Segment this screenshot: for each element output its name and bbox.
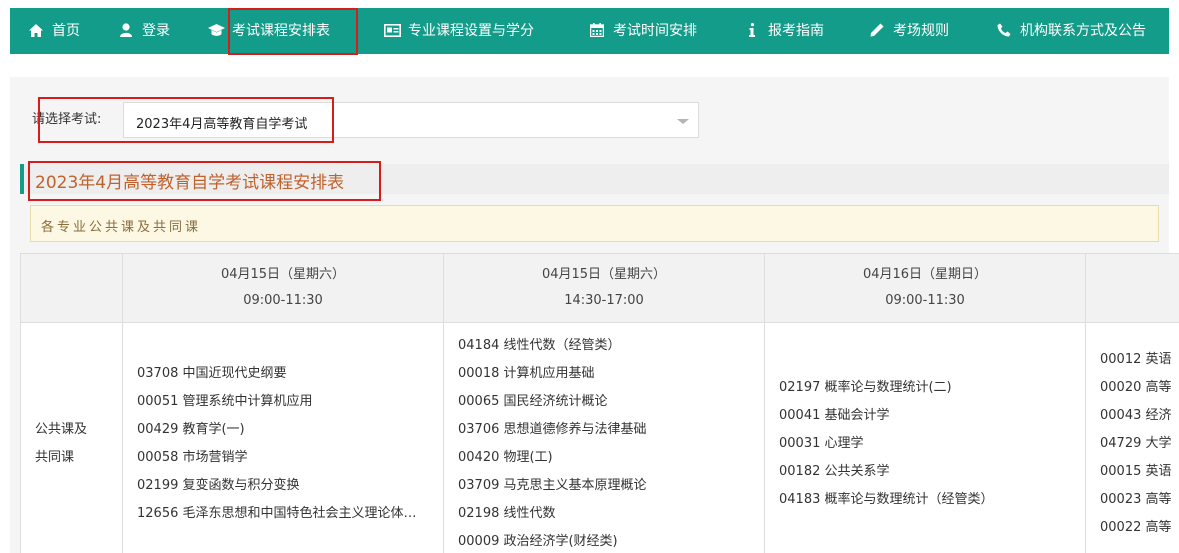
calendar-icon — [589, 8, 605, 54]
course-item: 02198 线性代数 — [458, 506, 556, 521]
notice-text: 各专业公共课及共同课 — [41, 220, 202, 235]
nav-item-major-courses[interactable]: 专业课程设置与学分 — [384, 8, 534, 54]
nav-item-exam-time[interactable]: 考试时间安排 — [589, 8, 697, 54]
row-header: 公共课及共同课 — [20, 322, 123, 553]
column-time: 14:30-17:00 — [564, 293, 644, 308]
graduation-cap-icon — [208, 8, 225, 54]
exam-select-value: 2023年4月高等教育自学考试 — [136, 117, 308, 132]
course-item: 03709 马克思主义基本原理概论 — [458, 478, 647, 493]
course-item: 00023 高等 — [1100, 492, 1172, 507]
user-icon — [118, 8, 134, 54]
course-item: 00065 国民经济统计概论 — [458, 394, 608, 409]
course-item: 00429 教育学(一) — [137, 422, 245, 437]
nav-item-exam-rules[interactable]: 考场规则 — [869, 8, 949, 54]
column-date: 04月16日（星期日） — [862, 267, 988, 282]
course-cell: 04184 线性代数（经管类） 00018 计算机应用基础 00065 国民经济统计… — [443, 322, 765, 553]
course-item: 00018 计算机应用基础 — [458, 366, 595, 381]
chevron-down-icon — [677, 119, 689, 124]
course-cell: 02197 概率论与数理统计(二) 00041 基础会计学 00031 心理学 001… — [764, 322, 1086, 553]
home-icon — [28, 8, 44, 54]
exam-select[interactable]: 2023年4月高等教育自学考试 — [123, 102, 699, 138]
phone-icon — [996, 8, 1012, 54]
nav-item-login[interactable]: 登录 — [118, 8, 170, 54]
column-header — [1085, 253, 1179, 323]
pencil-icon — [869, 8, 885, 54]
column-header: 04月15日（星期六） 09:00-11:30 — [122, 253, 444, 323]
course-cell: 03708 中国近现代史纲要 00051 管理系统中计算机应用 00429 教育学(… — [122, 322, 444, 553]
course-item: 00012 英语 — [1100, 352, 1172, 367]
exam-select-label: 请选择考试: — [32, 112, 102, 127]
column-header: 04月16日（星期日） 09:00-11:30 — [764, 253, 1086, 323]
course-item: 00015 英语 — [1100, 464, 1172, 479]
column-header: 04月15日（星期六） 14:30-17:00 — [443, 253, 765, 323]
table-corner-cell — [20, 253, 123, 323]
info-icon — [744, 8, 760, 54]
schedule-title: 2023年4月高等教育自学考试课程安排表 — [35, 173, 345, 193]
schedule-table: 04月15日（星期六） 09:00-11:30 04月15日（星期六） 14:30-… — [20, 253, 1179, 553]
column-time: 09:00-11:30 — [885, 293, 965, 308]
course-item: 00020 高等 — [1100, 380, 1172, 395]
course-item: 00031 心理学 — [779, 436, 864, 451]
course-item: 00009 政治经济学(财经类) — [458, 534, 618, 549]
column-date: 04月15日（星期六） — [541, 267, 667, 282]
schedule-table-wrap: 04月15日（星期六） 09:00-11:30 04月15日（星期六） 14:30-… — [20, 253, 1179, 553]
nav-item-contact[interactable]: 机构联系方式及公告 — [996, 8, 1146, 54]
course-item: 00058 市场营销学 — [137, 450, 248, 465]
id-card-icon — [384, 8, 401, 54]
course-item: 02197 概率论与数理统计(二) — [779, 380, 952, 395]
course-item: 03708 中国近现代史纲要 — [137, 366, 287, 381]
course-item: 00022 高等 — [1100, 520, 1172, 535]
top-nav: 首页 登录 考试课程安排表 专业课程设置与学分 考试时间安排 报考指南 考场规则… — [10, 8, 1169, 54]
course-item: 00182 公共关系学 — [779, 464, 890, 479]
table-row: 公共课及共同课 03708 中国近现代史纲要 00051 管理系统中计算机应用 00… — [20, 322, 1179, 553]
course-item: 04184 线性代数（经管类） — [458, 338, 621, 353]
nav-item-course-schedule[interactable]: 考试课程安排表 — [208, 8, 330, 54]
row-header-label: 公共课及共同课 — [35, 422, 88, 465]
course-item: 00043 经济 — [1100, 408, 1172, 423]
course-item: 04729 大学 — [1100, 436, 1172, 451]
notice-bar: 各专业公共课及共同课 — [30, 205, 1159, 242]
nav-item-home[interactable]: 首页 — [28, 8, 80, 54]
course-item: 00041 基础会计学 — [779, 408, 890, 423]
table-header-row: 04月15日（星期六） 09:00-11:30 04月15日（星期六） 14:30-… — [20, 253, 1179, 323]
column-time: 09:00-11:30 — [243, 293, 323, 308]
course-item: 02199 复变函数与积分变换 — [137, 478, 300, 493]
course-item: 00051 管理系统中计算机应用 — [137, 394, 313, 409]
course-item: 04183 概率论与数理统计（经管类） — [779, 492, 994, 507]
course-cell: 00012 英语 00020 高等 00043 经济 04729 大学 00015 英语… — [1085, 322, 1179, 553]
course-item: 00420 物理(工) — [458, 450, 553, 465]
column-date: 04月15日（星期六） — [220, 267, 346, 282]
nav-item-guide[interactable]: 报考指南 — [744, 8, 824, 54]
course-item: 12656 毛泽东思想和中国特色社会主义理论体系概论 — [137, 506, 419, 521]
course-item: 03706 思想道德修养与法律基础 — [458, 422, 647, 437]
